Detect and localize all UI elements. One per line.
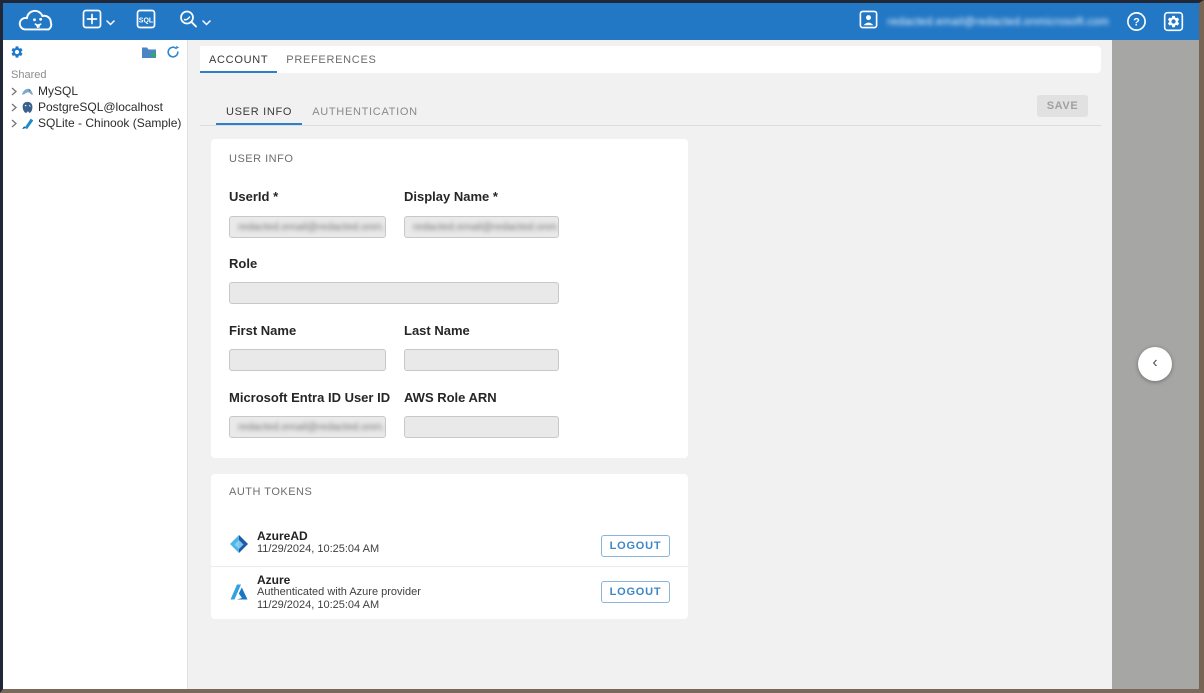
tab-account[interactable]: ACCOUNT xyxy=(200,48,277,73)
postgresql-icon xyxy=(20,101,35,114)
sql-editor-icon: SQL xyxy=(135,8,157,35)
expand-chevron-icon[interactable] xyxy=(8,87,20,96)
chevron-down-icon xyxy=(202,13,211,31)
display-name-label: Display Name * xyxy=(404,189,498,204)
last-name-field[interactable] xyxy=(404,349,559,371)
user-email: redacted.email@redacted.onmicrosoft.com xyxy=(887,16,1109,28)
divider xyxy=(211,566,688,567)
page-tab-bar: ACCOUNT PREFERENCES xyxy=(200,46,1101,73)
user-menu[interactable]: redacted.email@redacted.onmicrosoft.com xyxy=(852,5,1115,39)
token-date: 11/29/2024, 10:25:04 AM xyxy=(257,543,379,555)
connection-search-icon xyxy=(177,8,199,35)
azure-ad-icon xyxy=(229,534,249,554)
first-name-field[interactable] xyxy=(229,349,386,371)
sql-editor-button[interactable]: SQL xyxy=(129,4,163,39)
tab-preferences[interactable]: PREFERENCES xyxy=(277,48,385,73)
tree-item-postgresql[interactable]: PostgreSQL@localhost xyxy=(3,99,187,115)
shared-section-label: Shared xyxy=(11,69,187,81)
new-connection-icon xyxy=(81,8,103,35)
svg-text:?: ? xyxy=(1133,17,1140,29)
chevron-down-icon xyxy=(106,13,115,31)
top-bar: SQL redacted.email@redacted.onmicrosoft.… xyxy=(3,3,1199,40)
help-icon: ? xyxy=(1125,10,1148,33)
user-info-title: USER INFO xyxy=(229,153,293,165)
role-label: Role xyxy=(229,256,257,271)
refresh-icon xyxy=(166,45,180,59)
auth-tokens-title: AUTH TOKENS xyxy=(229,486,312,498)
navigator-settings-button[interactable] xyxy=(10,45,24,59)
svg-text:SQL: SQL xyxy=(139,18,154,25)
new-folder-button[interactable] xyxy=(141,45,157,59)
account-sub-tabs: USER INFO AUTHENTICATION xyxy=(200,101,1101,126)
last-name-label: Last Name xyxy=(404,323,470,338)
mysql-icon xyxy=(20,85,35,98)
folder-plus-icon xyxy=(141,45,157,59)
entra-id-label: Microsoft Entra ID User ID xyxy=(229,390,390,405)
gear-icon xyxy=(10,45,24,59)
auth-tokens-card: AUTH TOKENS AzureAD 11/29/2024, 10:25:04… xyxy=(211,474,688,619)
display-name-field[interactable]: redacted.email@redacted.onm… xyxy=(404,216,559,238)
first-name-label: First Name xyxy=(229,323,296,338)
role-field[interactable] xyxy=(229,282,559,304)
logout-button-azuread[interactable]: LOGOUT xyxy=(601,535,670,557)
tree-item-label: PostgreSQL@localhost xyxy=(38,100,163,114)
chevron-left-icon: ‹ xyxy=(1152,354,1157,372)
userid-label: UserId * xyxy=(229,189,278,204)
entra-id-field[interactable]: redacted.email@redacted.onm… xyxy=(229,416,386,438)
token-name: AzureAD xyxy=(257,529,308,543)
new-connection-button[interactable] xyxy=(75,4,121,39)
expand-chevron-icon[interactable] xyxy=(8,119,20,128)
tree-item-mysql[interactable]: MySQL xyxy=(3,83,187,99)
tab-authentication[interactable]: AUTHENTICATION xyxy=(302,101,428,125)
collapse-panel-button[interactable]: ‹ xyxy=(1138,347,1172,381)
help-button[interactable]: ? xyxy=(1125,10,1148,33)
administration-button[interactable] xyxy=(1162,10,1185,33)
sqlite-icon xyxy=(20,117,35,130)
token-description: Authenticated with Azure provider xyxy=(257,586,421,598)
right-side-panel: ‹ xyxy=(1112,40,1199,689)
token-date: 11/29/2024, 10:25:04 AM xyxy=(257,599,379,611)
navigator-toolbar xyxy=(3,40,187,59)
expand-chevron-icon[interactable] xyxy=(8,103,20,112)
tree-item-sqlite[interactable]: SQLite - Chinook (Sample) xyxy=(3,115,187,131)
connection-search-button[interactable] xyxy=(171,4,217,39)
aws-role-arn-field[interactable] xyxy=(404,416,559,438)
refresh-button[interactable] xyxy=(166,45,180,59)
save-button[interactable]: SAVE xyxy=(1037,95,1088,117)
navigator-sidebar: Shared MySQL PostgreSQL@localhost xyxy=(3,40,188,689)
gear-icon xyxy=(1162,10,1185,33)
user-info-card: USER INFO UserId * redacted.email@redact… xyxy=(211,139,688,458)
tree-item-label: MySQL xyxy=(38,84,78,98)
token-name: Azure xyxy=(257,573,290,587)
cloudbeaver-logo-icon xyxy=(15,8,61,35)
azure-icon xyxy=(229,582,249,602)
userid-field[interactable]: redacted.email@redacted.onm… xyxy=(229,216,386,238)
tab-user-info[interactable]: USER INFO xyxy=(216,101,302,125)
user-avatar-icon xyxy=(858,9,879,35)
aws-role-arn-label: AWS Role ARN xyxy=(404,390,497,405)
logout-button-azure[interactable]: LOGOUT xyxy=(601,581,670,603)
tree-item-label: SQLite - Chinook (Sample) xyxy=(38,116,181,130)
